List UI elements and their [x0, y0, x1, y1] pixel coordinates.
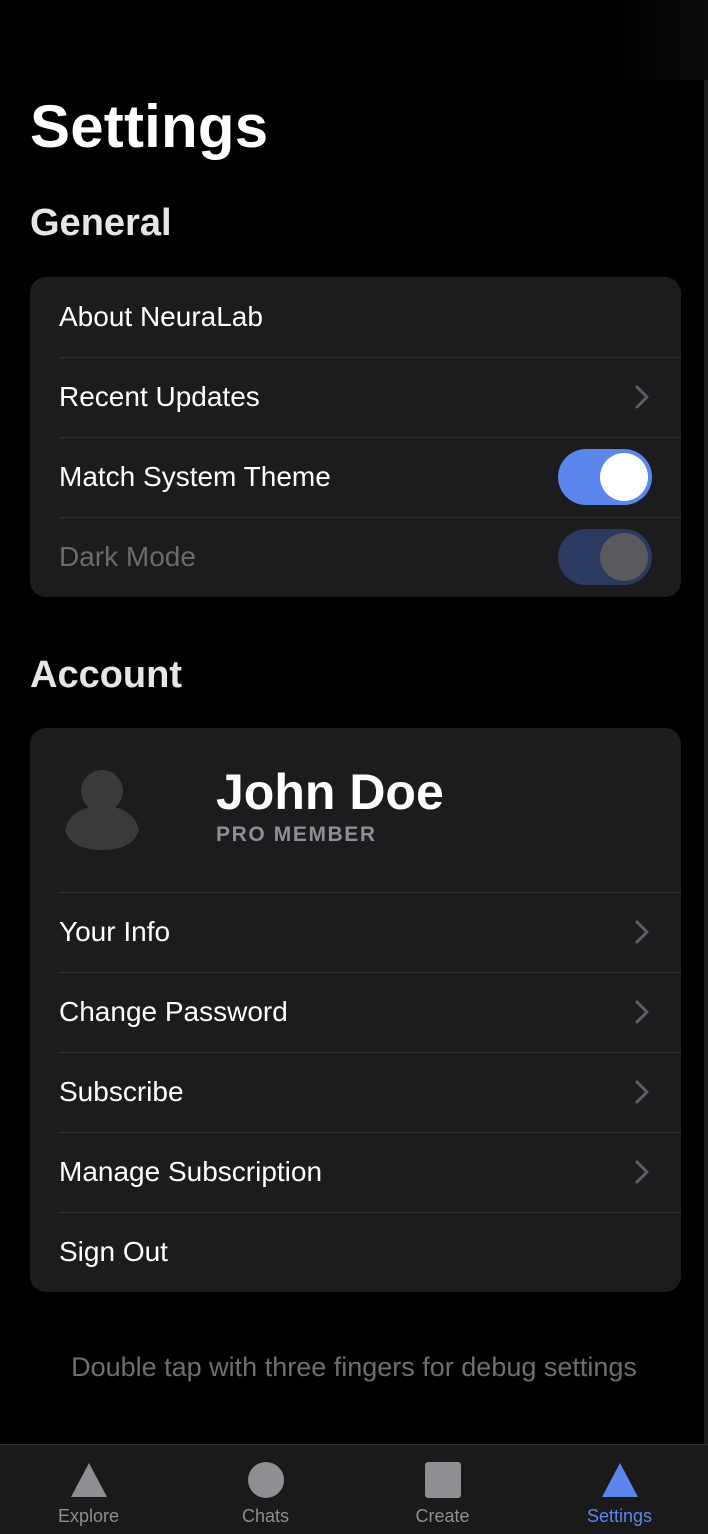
subscribe-row[interactable]: Subscribe: [30, 1052, 681, 1132]
section-heading-general: General: [30, 202, 172, 244]
chevron-right-icon: [632, 1078, 652, 1106]
row-label: Subscribe: [59, 1076, 184, 1107]
page-title: Settings: [30, 93, 269, 160]
match-system-theme-toggle[interactable]: [558, 449, 652, 505]
your-info-row[interactable]: Your Info: [30, 892, 681, 972]
row-label: Change Password: [59, 996, 288, 1027]
membership-badge: PRO MEMBER: [216, 823, 377, 846]
scroll-indicator[interactable]: [704, 80, 708, 1444]
profile-name: John Doe: [216, 764, 444, 820]
sign-out-row[interactable]: Sign Out: [30, 1212, 681, 1292]
toggle-knob: [600, 533, 648, 581]
tab-label: Create: [415, 1506, 470, 1526]
debug-settings-hint: Double tap with three fingers for debug …: [71, 1352, 637, 1382]
chevron-right-icon: [632, 918, 652, 946]
tab-chats[interactable]: Chats: [177, 1445, 354, 1534]
change-password-row[interactable]: Change Password: [30, 972, 681, 1052]
section-heading-account: Account: [30, 654, 182, 696]
match-system-theme-row: Match System Theme: [30, 437, 681, 517]
row-label: Your Info: [59, 916, 171, 947]
tab-label: Chats: [241, 1506, 290, 1526]
square-icon: [424, 1462, 461, 1498]
tab-explore[interactable]: Explore: [0, 1445, 177, 1534]
recent-updates-row[interactable]: Recent Updates: [30, 357, 681, 437]
status-bar-area: [608, 0, 708, 80]
chevron-right-icon: [632, 383, 652, 411]
tab-settings[interactable]: Settings: [531, 1445, 708, 1534]
manage-subscription-row[interactable]: Manage Subscription: [30, 1132, 681, 1212]
tab-bar: Explore Chats Create Settings: [0, 1444, 708, 1534]
person-icon: [65, 770, 139, 850]
circle-icon: [247, 1462, 284, 1498]
profile-text: John Doe PRO MEMBER: [216, 763, 444, 847]
triangle-icon: [601, 1463, 638, 1497]
chevron-right-icon: [632, 1158, 652, 1186]
dark-mode-row: Dark Mode: [30, 517, 681, 597]
tab-label: Explore: [57, 1506, 120, 1526]
settings-screen: Settings General About NeuraLab Recent U…: [0, 0, 708, 1534]
chevron-right-icon: [632, 998, 652, 1026]
general-settings-group: About NeuraLab Recent Updates Match Syst…: [30, 277, 681, 597]
tab-label: Settings: [586, 1506, 653, 1526]
tab-create[interactable]: Create: [354, 1445, 531, 1534]
triangle-icon: [70, 1463, 107, 1497]
toggle-knob: [600, 453, 648, 501]
row-label: Manage Subscription: [59, 1156, 323, 1187]
account-settings-group: John Doe PRO MEMBER Your Info Change Pas…: [30, 728, 681, 1292]
row-label: About NeuraLab: [59, 301, 263, 332]
about-neuralab-row[interactable]: About NeuraLab: [30, 277, 681, 357]
dark-mode-toggle: [558, 529, 652, 585]
row-label: Sign Out: [59, 1236, 168, 1267]
row-label: Recent Updates: [59, 381, 260, 412]
profile-card: John Doe PRO MEMBER: [30, 728, 681, 892]
avatar: [63, 768, 141, 852]
